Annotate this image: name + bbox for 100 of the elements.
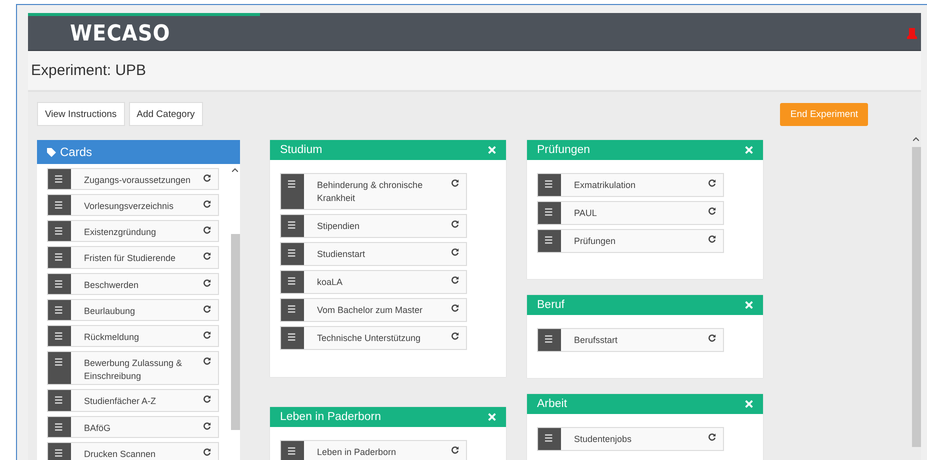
drag-handle-icon[interactable] xyxy=(48,168,71,189)
card-label: Berufsstart xyxy=(573,334,619,347)
refresh-icon[interactable] xyxy=(203,395,211,404)
close-icon[interactable] xyxy=(488,146,496,154)
card[interactable]: Beurlaubung xyxy=(47,298,219,321)
card-label: Vorlesungsverzeichnis xyxy=(83,200,175,213)
card-label: BAföG xyxy=(83,422,112,435)
refresh-icon[interactable] xyxy=(203,304,211,313)
card-label: Leben in Paderborn xyxy=(316,446,398,459)
refresh-icon[interactable] xyxy=(203,226,211,234)
refresh-icon[interactable] xyxy=(708,235,716,243)
card-label: Drucken Scannen xyxy=(83,448,157,460)
card[interactable]: Bewerbung Zulassung & Einschreibung xyxy=(47,351,219,386)
card[interactable]: BAföG xyxy=(47,416,219,438)
drag-handle-icon[interactable] xyxy=(538,202,561,224)
drag-handle-icon[interactable] xyxy=(48,390,71,411)
close-icon[interactable] xyxy=(745,301,753,309)
card[interactable]: Vom Bachelor zum Master xyxy=(280,298,467,322)
card-label: Technische Unterstützung xyxy=(316,332,422,345)
card[interactable]: Studentenjobs xyxy=(537,427,724,451)
toolbar-button[interactable]: View Instructions xyxy=(37,102,125,126)
card[interactable]: Existenzgründung xyxy=(47,220,219,242)
drag-handle-icon[interactable] xyxy=(48,247,71,268)
refresh-icon[interactable] xyxy=(203,422,211,430)
drag-handle-icon[interactable] xyxy=(48,442,71,460)
refresh-icon[interactable] xyxy=(708,334,716,342)
refresh-icon[interactable] xyxy=(203,252,211,260)
toolbar-button[interactable]: Add Category xyxy=(128,102,203,126)
drag-handle-icon[interactable] xyxy=(48,221,71,242)
drag-handle-icon[interactable] xyxy=(48,194,71,216)
card[interactable]: Drucken Scannen xyxy=(47,442,219,460)
drag-handle-icon[interactable] xyxy=(281,271,304,293)
card[interactable]: Studienfächer A-Z xyxy=(47,389,219,412)
scroll-up-icon[interactable] xyxy=(913,137,919,141)
card[interactable]: Leben in Paderborn xyxy=(280,440,467,460)
drag-handle-icon[interactable] xyxy=(48,300,71,320)
card-label: Beurlaubung xyxy=(83,304,136,318)
scroll-up-icon[interactable] xyxy=(232,168,238,172)
card-label: Studienfächer A-Z xyxy=(83,395,158,408)
refresh-icon[interactable] xyxy=(708,179,716,187)
refresh-icon[interactable] xyxy=(451,332,459,340)
card[interactable]: Studienstart xyxy=(280,242,467,266)
card[interactable]: Rückmeldung xyxy=(47,324,219,348)
card-label: Beschwerden xyxy=(83,278,140,292)
card-label: Vom Bachelor zum Master xyxy=(316,304,424,317)
card-label: Fristen für Studierende xyxy=(83,252,177,266)
refresh-icon[interactable] xyxy=(451,446,459,454)
scrollbar-thumb[interactable] xyxy=(912,147,920,447)
drag-handle-icon[interactable] xyxy=(48,352,71,384)
category-title: Leben in Paderborn xyxy=(280,411,382,423)
category-title: Beruf xyxy=(537,299,564,311)
page-title: Experiment: UPB xyxy=(31,62,146,79)
card[interactable]: Vorlesungsverzeichnis xyxy=(47,194,219,216)
drag-handle-icon[interactable] xyxy=(281,441,304,460)
drag-handle-icon[interactable] xyxy=(48,274,71,294)
refresh-icon[interactable] xyxy=(203,200,211,208)
drag-handle-icon[interactable] xyxy=(281,174,304,209)
refresh-icon[interactable] xyxy=(203,448,211,456)
card-label: Zugangs-voraussetzungen xyxy=(83,174,192,187)
card[interactable]: koaLA xyxy=(280,270,467,294)
refresh-icon[interactable] xyxy=(203,174,211,182)
card[interactable]: Exmatrikulation xyxy=(537,173,724,197)
refresh-icon[interactable] xyxy=(708,207,716,215)
card[interactable]: Beschwerden xyxy=(47,272,219,295)
card[interactable]: Zugangs-voraussetzungen xyxy=(47,168,219,190)
refresh-icon[interactable] xyxy=(203,357,211,366)
close-icon[interactable] xyxy=(488,413,496,421)
scrollbar-thumb[interactable] xyxy=(230,234,240,430)
refresh-icon[interactable] xyxy=(203,278,211,287)
drag-handle-icon[interactable] xyxy=(281,299,304,321)
close-icon[interactable] xyxy=(745,400,753,408)
card-label: koaLA xyxy=(316,276,344,289)
refresh-icon[interactable] xyxy=(451,179,459,187)
drag-handle-icon[interactable] xyxy=(538,230,561,252)
card-label: Studentenjobs xyxy=(573,433,633,446)
drag-handle-icon[interactable] xyxy=(48,326,71,346)
refresh-icon[interactable] xyxy=(451,304,459,312)
close-icon[interactable] xyxy=(745,146,753,154)
card[interactable]: Prüfungen xyxy=(537,229,724,253)
drag-handle-icon[interactable] xyxy=(281,215,304,237)
drag-handle-icon[interactable] xyxy=(538,428,561,450)
card[interactable]: Behinderung & chronische Krankheit xyxy=(280,173,467,210)
refresh-icon[interactable] xyxy=(451,276,459,284)
card[interactable]: PAUL xyxy=(537,201,724,225)
card[interactable]: Technische Unterstützung xyxy=(280,326,467,350)
refresh-icon[interactable] xyxy=(451,248,459,256)
drag-handle-icon[interactable] xyxy=(538,174,561,196)
card[interactable]: Stipendien xyxy=(280,214,467,238)
refresh-icon[interactable] xyxy=(451,220,459,228)
refresh-icon[interactable] xyxy=(708,433,716,441)
refresh-icon[interactable] xyxy=(203,330,211,339)
card-label: Rückmeldung xyxy=(83,330,140,344)
card-label: Behinderung & chronische Krankheit xyxy=(316,179,424,205)
drag-handle-icon[interactable] xyxy=(538,329,561,351)
card[interactable]: Fristen für Studierende xyxy=(47,246,219,269)
drag-handle-icon[interactable] xyxy=(48,416,71,437)
drag-handle-icon[interactable] xyxy=(281,327,304,349)
category-title: Studium xyxy=(280,144,322,156)
card[interactable]: Berufsstart xyxy=(537,328,724,352)
drag-handle-icon[interactable] xyxy=(281,243,304,265)
